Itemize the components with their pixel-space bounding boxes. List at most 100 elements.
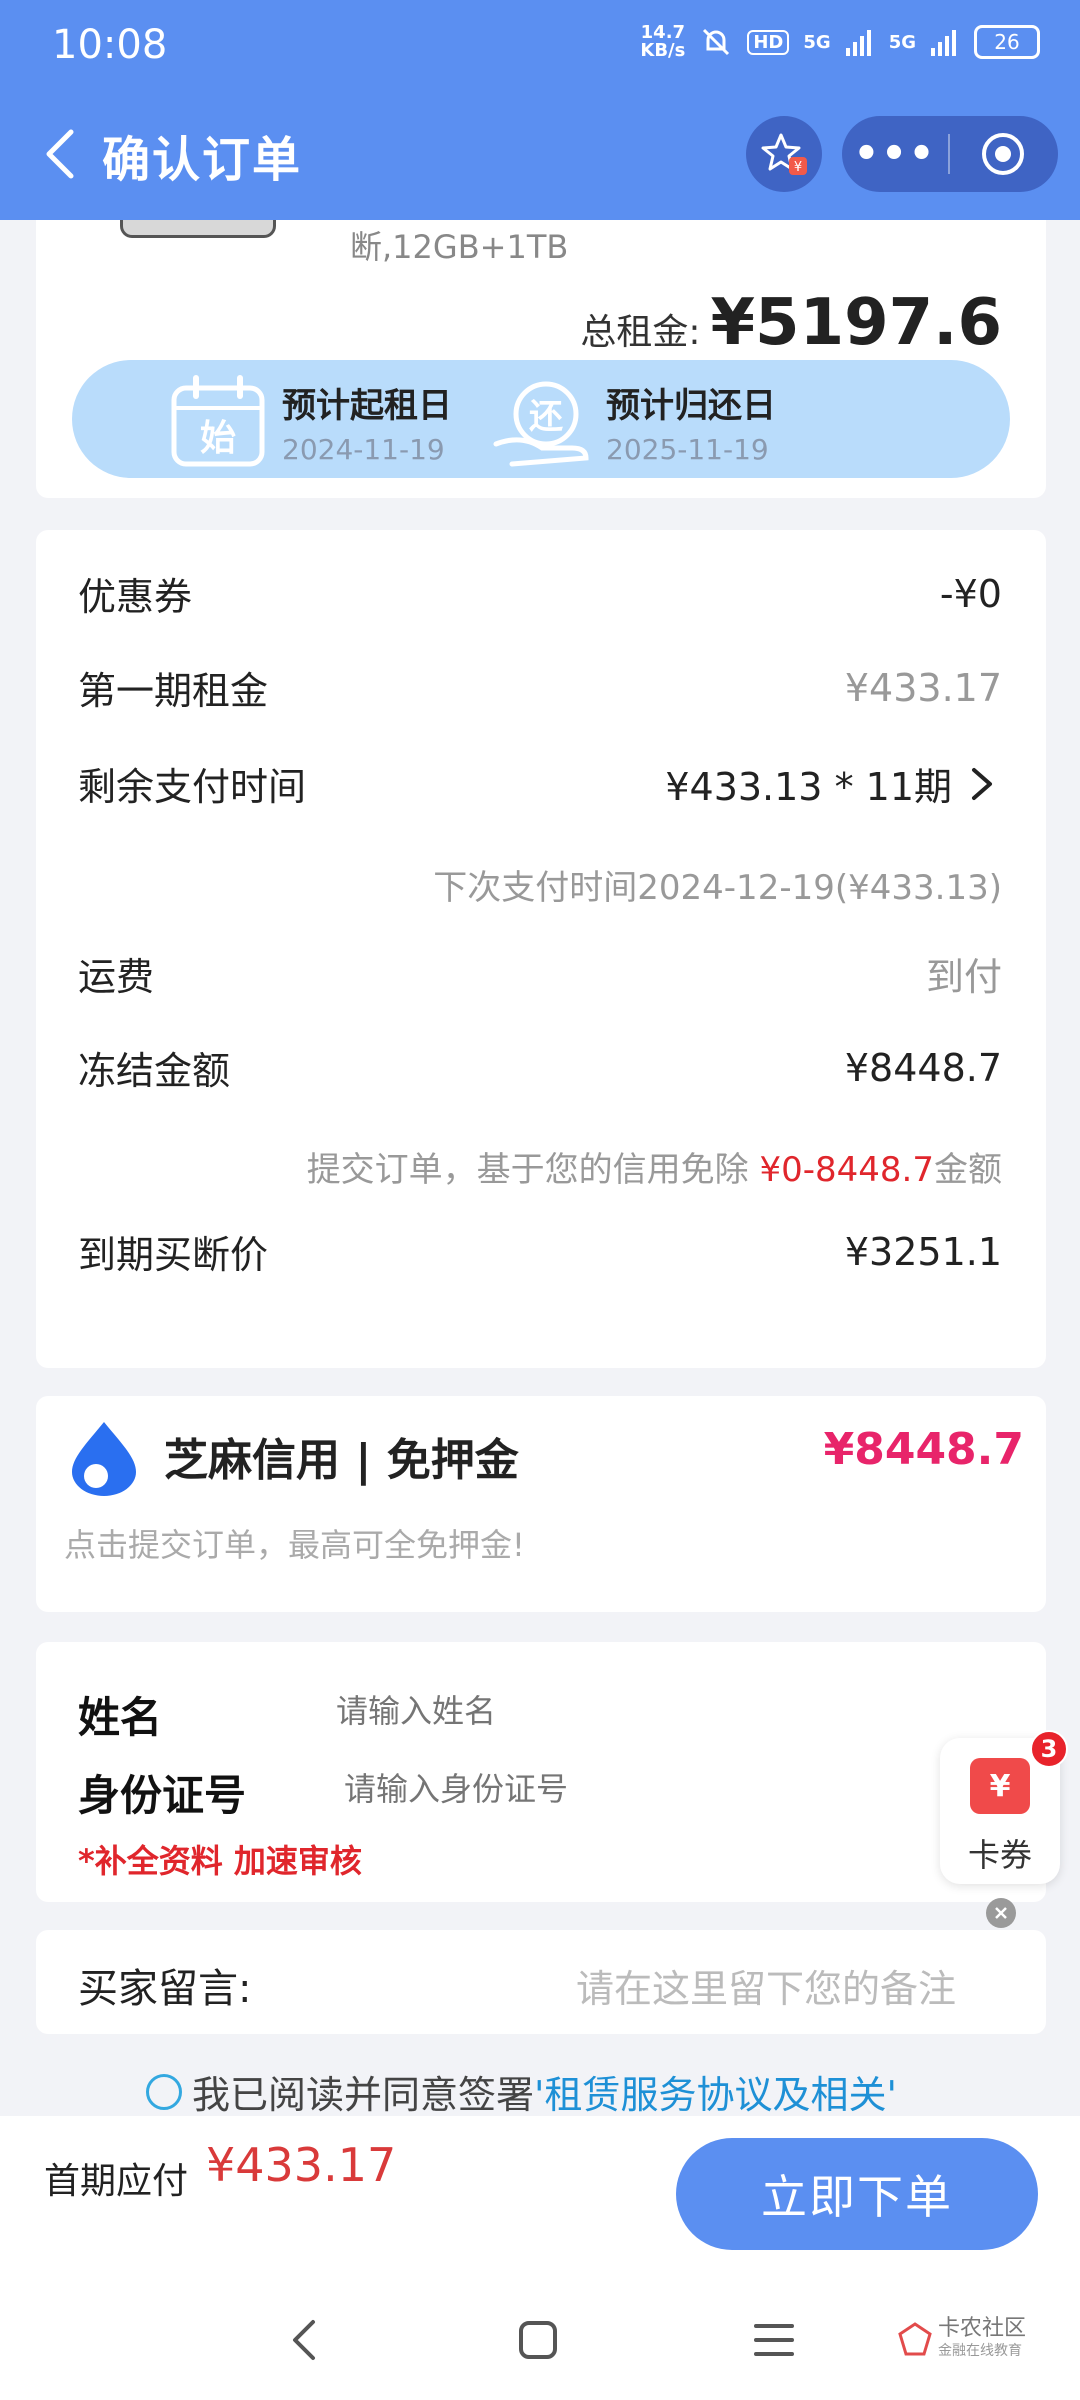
return-date-label: 预计归还日 [606, 386, 776, 426]
name-input[interactable] [336, 1692, 836, 1730]
agreement-text: 我已阅读并同意签署 [192, 2073, 535, 2117]
coupon-count-badge: 3 [1030, 1730, 1068, 1768]
checkout-bar: 首期应付 ¥433.17 立即下单 [0, 2116, 1080, 2280]
calendar-start-icon: 始 [171, 375, 265, 467]
sesame-amount: ¥8448.7 [823, 1424, 1024, 1475]
total-rent: 总租金: ¥5197.6 [580, 286, 1002, 360]
watermark-text: 卡农社区 金融在线教育 [938, 2316, 1027, 2360]
star-icon: ¥ [761, 133, 807, 175]
id-number-input[interactable] [344, 1770, 844, 1808]
back-button[interactable] [30, 124, 90, 184]
target-icon [982, 133, 1024, 175]
start-date-value: 2024-11-19 [282, 433, 445, 466]
system-home-button[interactable] [508, 2310, 568, 2370]
place-order-button[interactable]: 立即下单 [676, 2138, 1038, 2250]
buyer-message-input[interactable]: 请在这里留下您的备注 [576, 1958, 956, 2013]
sesame-credit-card[interactable]: 芝麻信用 | 免押金 ¥8448.7 点击提交订单，最高可全免押金! [36, 1396, 1046, 1612]
status-icons: 14.7 KB/s HD 5G 5G 26 [640, 24, 1040, 60]
sesame-title: 芝麻信用 | 免押金 [164, 1435, 519, 1486]
first-rent-label: 第一期租金 [78, 669, 269, 713]
system-back-icon [293, 2320, 315, 2360]
signal-bars-icon [845, 30, 871, 56]
signal-5g-1: 5G [803, 31, 831, 53]
coupon-row[interactable]: 优惠券 -¥0 [78, 566, 1002, 621]
watermark: 卡农社区 金融在线教育 [898, 2318, 1026, 2360]
buyout-price-row: 到期买断价 ¥3251.1 [78, 1224, 1002, 1279]
start-date-label: 预计起租日 [282, 386, 452, 426]
agreement-checkbox[interactable] [146, 2073, 182, 2110]
svg-text:¥: ¥ [794, 160, 802, 175]
page-title: 确认订单 [102, 132, 303, 188]
close-icon [995, 1907, 1007, 1919]
return-date-block: 还 预计归还日 2025-11-19 [492, 374, 776, 470]
buyer-message-label: 买家留言: [78, 1966, 252, 2012]
shipping-row: 运费 到付 [78, 946, 1002, 1001]
status-bar: 10:08 14.7 KB/s HD 5G 5G 26 [0, 0, 1080, 88]
first-payment-label: 首期应付 [44, 2161, 189, 2202]
coupon-close-button[interactable] [986, 1898, 1016, 1928]
product-card: 断,12GB+1TB 总租金: ¥5197.6 始 预计起租日 2024-11-… [36, 220, 1046, 498]
buyout-price-value: ¥3251.1 [844, 1229, 1002, 1274]
product-spec: 断,12GB+1TB [350, 228, 569, 266]
system-home-icon [519, 2321, 557, 2359]
credit-exemption-note: 提交订单，基于您的信用免除 ¥0-8448.7金额 [306, 1150, 1002, 1190]
remaining-payments-row[interactable]: 剩余支付时间 ¥433.13 * 11期 [78, 756, 1002, 811]
return-hand-icon: 还 [493, 381, 589, 467]
hd-badge: HD [747, 29, 790, 55]
name-label: 姓名 [78, 1693, 163, 1742]
exemption-range: ¥0-8448.7 [759, 1150, 935, 1190]
rental-dates-band: 始 预计起租日 2024-11-19 还 预计归还日 2025-11-19 [72, 360, 1010, 478]
identity-card: 姓名 身份证号 *补全资料 加速审核 [36, 1642, 1046, 1902]
agreement-row: 我已阅读并同意签署 '租赁服务协议及相关' [146, 2064, 897, 2119]
first-payment-value: ¥433.17 [206, 2138, 397, 2192]
agreement-link[interactable]: '租赁服务协议及相关' [534, 2064, 897, 2119]
remaining-payments-value-wrap: ¥433.13 * 11期 [665, 756, 1002, 811]
chevron-left-icon [46, 129, 74, 179]
shipping-value: 到付 [925, 955, 1002, 999]
mute-bell-icon [703, 28, 730, 56]
coupon-button-label: 卡券 [967, 1836, 1032, 1874]
svg-text:还: 还 [529, 397, 564, 437]
system-back-button[interactable] [274, 2310, 334, 2370]
battery-icon: 26 [974, 25, 1040, 59]
frozen-amount-row: 冻结金额 ¥8448.7 [78, 1040, 1002, 1095]
chevron-right-icon [972, 767, 992, 800]
status-time: 10:08 [52, 22, 168, 68]
frozen-amount-label: 冻结金额 [78, 1049, 231, 1093]
sesame-drop-icon [72, 1422, 136, 1496]
coupon-icon: ¥ [970, 1758, 1030, 1814]
close-miniapp-button[interactable] [950, 131, 1056, 177]
shipping-label: 运费 [78, 955, 155, 999]
svg-text:始: 始 [200, 418, 236, 459]
more-button[interactable]: ••• [842, 131, 948, 177]
coupon-value: -¥0 [939, 571, 1002, 616]
frozen-amount-value: ¥8448.7 [844, 1045, 1002, 1090]
start-date-text: 预计起租日 2024-11-19 [282, 378, 452, 466]
product-image [120, 220, 276, 238]
buyer-message-card: 买家留言: 请在这里留下您的备注 [36, 1930, 1046, 2034]
system-menu-button[interactable] [744, 2310, 804, 2370]
signal-bars-icon-2 [931, 30, 956, 56]
start-date-block: 始 预计起租日 2024-11-19 [168, 374, 452, 470]
buyout-price-label: 到期买断价 [78, 1233, 269, 1277]
system-nav-bar: 卡农社区 金融在线教育 [0, 2280, 1080, 2400]
first-rent-value: ¥433.17 [844, 665, 1002, 710]
id-number-label: 身份证号 [78, 1771, 247, 1820]
remaining-payments-label: 剩余支付时间 [78, 765, 307, 809]
fee-details-card: 优惠券 -¥0 第一期租金 ¥433.17 剩余支付时间 ¥433.13 * 1… [36, 530, 1046, 1368]
first-rent-row: 第一期租金 ¥433.17 [78, 660, 1002, 715]
net-speed: 14.7 KB/s [640, 22, 686, 61]
total-rent-label: 总租金: [580, 312, 701, 353]
favorite-button[interactable]: ¥ [746, 116, 822, 192]
system-menu-icon [754, 2324, 794, 2356]
watermark-logo-icon [898, 2322, 932, 2356]
return-date-value: 2025-11-19 [606, 433, 769, 466]
coupon-label: 优惠券 [78, 575, 193, 619]
floating-coupon-button[interactable]: ¥ 卡券 3 [940, 1730, 1068, 1884]
return-date-text: 预计归还日 2025-11-19 [606, 378, 776, 466]
total-rent-value: ¥5197.6 [710, 286, 1003, 360]
identity-tip: *补全资料 加速审核 [78, 1842, 362, 1880]
next-payment-note: 下次支付时间2024-12-19(¥433.13) [433, 868, 1002, 908]
miniapp-capsule: ••• [842, 116, 1058, 192]
nav-bar: 确认订单 ¥ ••• [0, 88, 1080, 220]
